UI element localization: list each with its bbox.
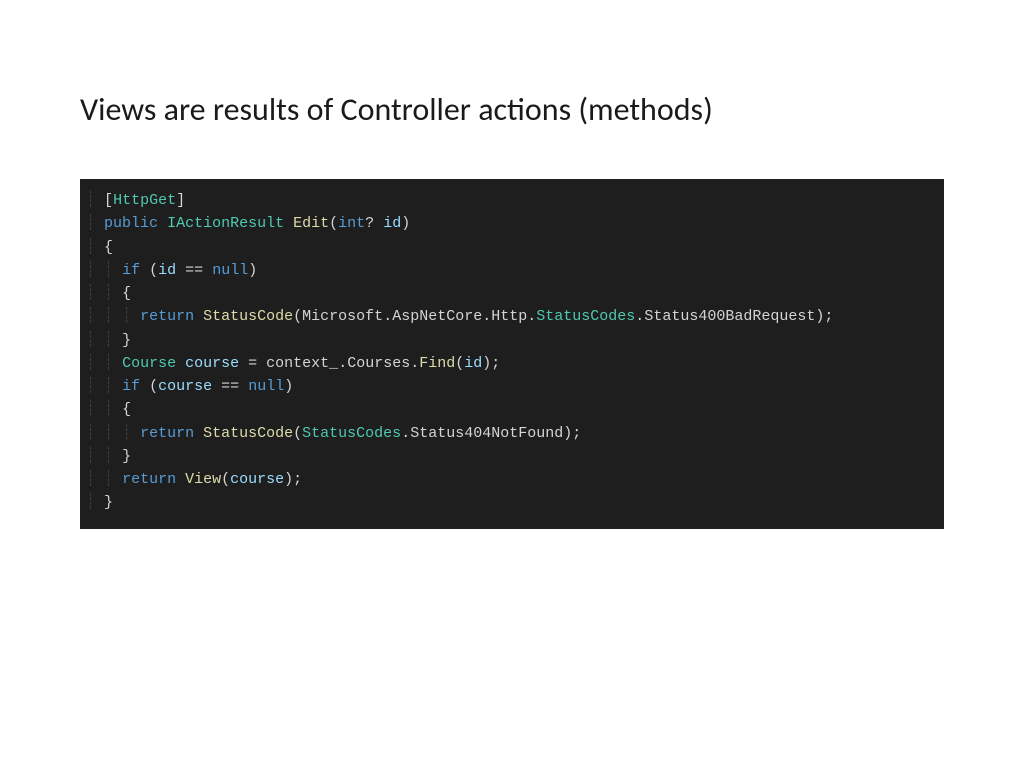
code-snippet: ┊ [HttpGet]┊ public IActionResult Edit(i… bbox=[80, 179, 944, 529]
code-line: ┊ } bbox=[86, 491, 930, 514]
namespace-token: Http bbox=[491, 308, 527, 325]
type-token: StatusCodes bbox=[302, 425, 401, 442]
param-token: id bbox=[464, 355, 482, 372]
method-token: StatusCode bbox=[203, 425, 293, 442]
namespace-token: Microsoft bbox=[302, 308, 383, 325]
type-token: StatusCodes bbox=[536, 308, 635, 325]
property-token: Status404NotFound bbox=[410, 425, 563, 442]
method-token: Edit bbox=[293, 215, 329, 232]
code-line: ┊ ┊ if (course == null) bbox=[86, 375, 930, 398]
type-token: Course bbox=[122, 355, 176, 372]
property-token: Courses bbox=[347, 355, 410, 372]
code-line: ┊ { bbox=[86, 236, 930, 259]
attribute-token: HttpGet bbox=[113, 192, 176, 209]
namespace-token: AspNetCore bbox=[392, 308, 482, 325]
keyword-token: return bbox=[122, 471, 176, 488]
variable-token: course bbox=[185, 355, 239, 372]
code-line: ┊ ┊ if (id == null) bbox=[86, 259, 930, 282]
keyword-token: if bbox=[122, 378, 140, 395]
code-line: ┊ ┊ ┊ return StatusCode(StatusCodes.Stat… bbox=[86, 422, 930, 445]
keyword-token: if bbox=[122, 262, 140, 279]
variable-token: course bbox=[158, 378, 212, 395]
keyword-token: null bbox=[248, 378, 284, 395]
variable-token: course bbox=[230, 471, 284, 488]
code-line: ┊ public IActionResult Edit(int? id) bbox=[86, 212, 930, 235]
method-token: StatusCode bbox=[203, 308, 293, 325]
code-line: ┊ ┊ } bbox=[86, 329, 930, 352]
property-token: Status400BadRequest bbox=[644, 308, 815, 325]
keyword-token: int bbox=[338, 215, 365, 232]
code-line: ┊ ┊ Course course = context_.Courses.Fin… bbox=[86, 352, 930, 375]
param-token: id bbox=[383, 215, 401, 232]
keyword-token: public bbox=[104, 215, 158, 232]
method-token: View bbox=[185, 471, 221, 488]
code-line: ┊ ┊ return View(course); bbox=[86, 468, 930, 491]
method-token: Find bbox=[419, 355, 455, 372]
keyword-token: return bbox=[140, 425, 194, 442]
code-line: ┊ ┊ } bbox=[86, 445, 930, 468]
keyword-token: return bbox=[140, 308, 194, 325]
field-token: context_ bbox=[266, 355, 338, 372]
code-line: ┊ ┊ { bbox=[86, 398, 930, 421]
code-line: ┊ [HttpGet] bbox=[86, 189, 930, 212]
slide-title: Views are results of Controller actions … bbox=[80, 90, 944, 129]
keyword-token: null bbox=[212, 262, 248, 279]
code-line: ┊ ┊ ┊ return StatusCode(Microsoft.AspNet… bbox=[86, 305, 930, 328]
type-token: IActionResult bbox=[167, 215, 284, 232]
code-line: ┊ ┊ { bbox=[86, 282, 930, 305]
param-token: id bbox=[158, 262, 176, 279]
